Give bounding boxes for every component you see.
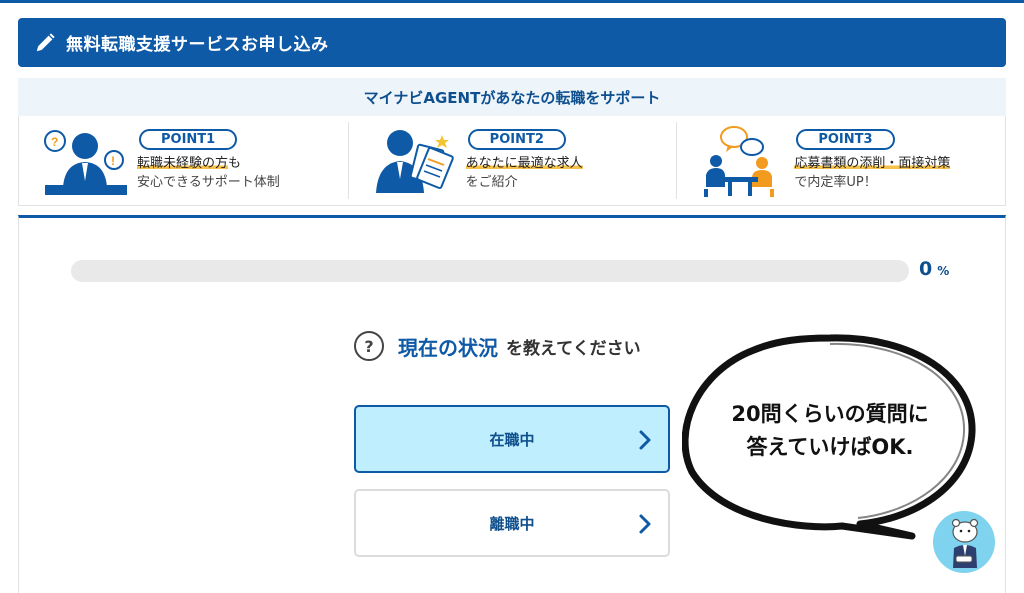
interview-icon: [704, 125, 775, 197]
point-1-highlight: 転職未経験の方: [137, 156, 229, 171]
consultant-icon: ? !: [44, 129, 127, 195]
support-banner: マイナビAGENTがあなたの転職をサポート: [18, 78, 1006, 116]
point-2-label: POINT2: [467, 129, 566, 150]
point-2: POINT2 あなたに最適な求人 をご紹介: [347, 116, 677, 205]
points-row: ? ! POINT1 転職未経験の方も 安心できるサポート体制 POINT2 あ…: [18, 116, 1006, 206]
point-3: POINT3 応募書類の添削・面接対策 で内定率UP！: [676, 116, 1005, 205]
speech-line-2: 答えていけばOK.: [746, 435, 914, 459]
progress-bar: [71, 260, 909, 282]
progress-readout: 0 %: [919, 258, 949, 280]
point-1-description: 安心できるサポート体制: [137, 175, 280, 190]
point-1-label: POINT1: [139, 129, 238, 150]
svg-text:?: ?: [51, 135, 58, 149]
point-3-highlight: 応募書類の添削・面接対策: [794, 156, 951, 171]
point-1-highlight-suffix: も: [228, 156, 242, 171]
question-suffix: を教えてください: [506, 338, 641, 359]
question-heading: ? 現在の状況 を教えてください: [354, 331, 641, 361]
point-3-label: POINT3: [796, 129, 895, 150]
job-documents-icon: [375, 129, 454, 193]
header-bar: 無料転職支援サービスお申し込み: [18, 18, 1006, 67]
top-rule: [0, 0, 1024, 3]
choice-employed-label: 在職中: [489, 430, 535, 449]
point-2-description: をご紹介: [465, 175, 518, 190]
speech-bubble-text: 20問くらいの質問に 答えていけばOK.: [700, 398, 960, 464]
question-title: 現在の状況: [398, 335, 498, 360]
choice-unemployed-label: 離職中: [489, 514, 535, 533]
chevron-right-icon: [639, 514, 651, 534]
progress-unit: %: [937, 264, 950, 278]
progress-value: 0: [919, 258, 933, 280]
choice-employed-button[interactable]: 在職中: [354, 405, 670, 473]
point-2-highlight: あなたに最適な求人: [465, 156, 583, 171]
choice-unemployed-button[interactable]: 離職中: [354, 489, 670, 557]
point-3-description: で内定率UP！: [794, 175, 877, 190]
chevron-right-icon: [639, 430, 651, 450]
svg-text:!: !: [111, 154, 115, 168]
speech-line-1: 20問くらいの質問に: [731, 402, 929, 426]
mascot-avatar: [933, 511, 995, 573]
form-title: 無料転職支援サービスお申し込み: [66, 35, 329, 55]
question-icon: ?: [354, 331, 384, 361]
point-1: ? ! POINT1 転職未経験の方も 安心できるサポート体制: [19, 116, 348, 205]
pencil-icon: [36, 32, 55, 51]
